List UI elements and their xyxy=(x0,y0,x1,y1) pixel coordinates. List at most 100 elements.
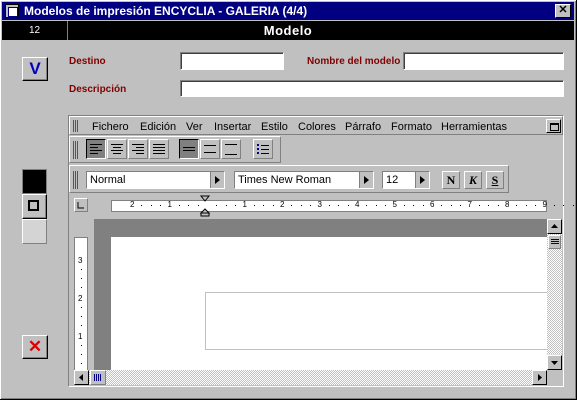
nombre-modelo-label: Nombre del modelo xyxy=(307,56,401,67)
record-number: 12 xyxy=(2,21,68,40)
horizontal-scroll-handle[interactable] xyxy=(90,370,106,385)
horizontal-ruler[interactable]: 2 1 1 2 3 4 5 6 7 8 9 xyxy=(111,200,574,212)
ruler-h-label: 5 xyxy=(392,200,397,209)
style-dropdown-arrow-icon[interactable] xyxy=(210,172,224,188)
nombre-modelo-field[interactable] xyxy=(403,52,564,70)
ruler-h-tick xyxy=(291,205,293,206)
ruler-h-label: 9 xyxy=(542,200,547,209)
bold-button[interactable]: N xyxy=(442,171,460,189)
ruler-h-label: 4 xyxy=(355,200,360,209)
menu-edicion[interactable]: Edición xyxy=(140,121,176,133)
destino-field[interactable] xyxy=(180,52,284,70)
ruler-v-tick xyxy=(81,269,82,270)
menu-insertar[interactable]: Insertar xyxy=(214,121,251,133)
size-dropdown-arrow-icon[interactable] xyxy=(415,172,429,188)
window-title: Modelos de impresión ENCYCLIA - GALERIA … xyxy=(24,4,308,18)
ruler-v-tick xyxy=(81,354,82,355)
indent-marker-icon[interactable] xyxy=(199,195,211,217)
app-icon[interactable] xyxy=(5,4,19,18)
bullet-list-button[interactable] xyxy=(253,139,273,159)
ruler-v-label: 3 xyxy=(78,256,83,265)
descripcion-field[interactable] xyxy=(180,80,564,97)
horizontal-scrollbar[interactable] xyxy=(74,370,547,385)
bullet-list-icon xyxy=(257,144,269,154)
menu-grip[interactable] xyxy=(73,120,79,132)
ruler-h-label: 1 xyxy=(242,200,247,209)
ruler-v-tick xyxy=(81,316,82,317)
tab-stop-selector[interactable] xyxy=(74,198,88,212)
background-color-swatch-button[interactable] xyxy=(22,219,47,244)
menu-formato[interactable]: Formato xyxy=(391,121,432,133)
ruler-h-tick xyxy=(375,205,377,206)
font-dropdown-arrow-icon[interactable] xyxy=(359,172,373,188)
ruler-h-label: 2 xyxy=(130,200,135,209)
scroll-right-button[interactable] xyxy=(532,370,547,385)
line-spacing-single-button[interactable] xyxy=(179,139,199,159)
font-select[interactable]: Times New Roman xyxy=(234,171,374,189)
frame-button[interactable] xyxy=(22,194,47,219)
ruler-v-tick xyxy=(81,345,82,346)
restore-icon[interactable] xyxy=(546,119,561,133)
title-bar[interactable]: Modelos de impresión ENCYCLIA - GALERIA … xyxy=(2,2,574,20)
ruler-area: 2 1 1 2 3 4 5 6 7 8 9 xyxy=(69,195,574,217)
text-color-swatch-button[interactable] xyxy=(22,169,47,194)
scroll-left-button[interactable] xyxy=(74,370,89,385)
size-select[interactable]: 12 xyxy=(382,171,430,189)
ruler-h-tick xyxy=(263,205,265,206)
ruler-h-tick xyxy=(413,205,415,206)
scroll-down-button[interactable] xyxy=(547,355,562,370)
ruler-h-tick xyxy=(310,205,312,206)
descripcion-label: Descripción xyxy=(69,84,127,95)
ruler-h-tick xyxy=(216,205,218,206)
line-spacing-medium-button[interactable] xyxy=(200,139,220,159)
line-spacing-double-button[interactable] xyxy=(221,139,241,159)
menu-estilo[interactable]: Estilo xyxy=(261,121,288,133)
ruler-h-tick xyxy=(535,205,537,206)
ruler-h-tick xyxy=(253,205,255,206)
ruler-h-tick xyxy=(450,205,452,206)
format-toolbar-grip[interactable] xyxy=(73,171,79,189)
cancel-icon: ✕ xyxy=(27,337,43,356)
ruler-h-tick xyxy=(441,205,443,206)
align-center-button[interactable] xyxy=(107,139,127,159)
accept-button[interactable]: V xyxy=(22,57,48,81)
ruler-h-tick xyxy=(563,205,565,206)
ruler-h-tick xyxy=(525,205,527,206)
ruler-h-tick xyxy=(497,205,499,206)
frame-icon xyxy=(28,200,39,211)
menu-herramientas[interactable]: Herramientas xyxy=(441,121,507,133)
line-spacing-medium-icon xyxy=(204,145,216,153)
ruler-h-tick xyxy=(347,205,349,206)
close-window-button[interactable]: ✕ xyxy=(555,4,571,18)
ruler-h-tick xyxy=(338,205,340,206)
vertical-scroll-thumb[interactable] xyxy=(547,219,562,234)
vertical-scroll-handle[interactable] xyxy=(548,235,561,249)
cancel-button[interactable]: ✕ xyxy=(22,335,48,359)
underline-button[interactable]: S xyxy=(486,171,504,189)
align-right-button[interactable] xyxy=(128,139,148,159)
vertical-ruler[interactable]: 3 2 1 xyxy=(74,237,88,372)
ruler-v-label: 1 xyxy=(78,332,83,341)
ruler-h-tick xyxy=(235,205,237,206)
size-select-value: 12 xyxy=(386,174,399,186)
ruler-h-tick xyxy=(160,205,162,206)
font-select-value: Times New Roman xyxy=(238,174,332,186)
destino-label: Destino xyxy=(69,56,106,67)
italic-button[interactable]: K xyxy=(464,171,482,189)
ruler-h-label: 6 xyxy=(430,200,435,209)
ruler-v-tick xyxy=(81,307,82,308)
align-left-button[interactable] xyxy=(86,139,106,159)
menu-parrafo[interactable]: Párrafo xyxy=(345,121,381,133)
ruler-h-label: 1 xyxy=(167,200,172,209)
menu-colores[interactable]: Colores xyxy=(298,121,336,133)
menu-ver[interactable]: Ver xyxy=(186,121,203,133)
text-frame[interactable] xyxy=(205,292,547,350)
page[interactable] xyxy=(111,237,547,370)
ruler-h-tick xyxy=(572,205,574,206)
toolbar-grip[interactable] xyxy=(73,141,79,159)
style-select[interactable]: Normal xyxy=(86,171,225,189)
align-left-icon xyxy=(90,144,102,154)
align-justify-button[interactable] xyxy=(149,139,169,159)
ruler-h-tick xyxy=(178,205,180,206)
menu-fichero[interactable]: Fichero xyxy=(92,121,129,133)
